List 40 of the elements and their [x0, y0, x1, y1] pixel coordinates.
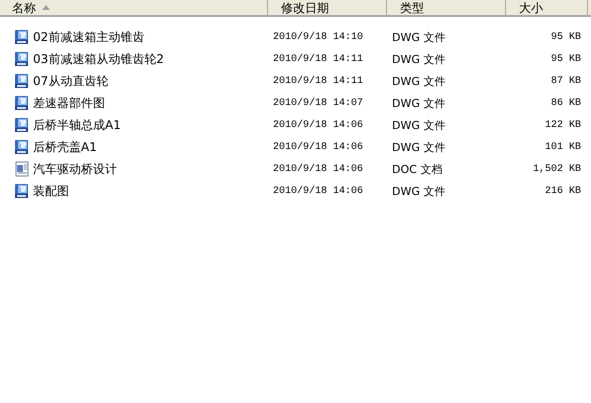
modified-date: 2010/9/18 14:07: [273, 98, 364, 108]
file-size: 101 KB: [544, 142, 581, 152]
file-name[interactable]: 03前减速箱从动锥齿轮2: [33, 50, 164, 68]
file-type: DWG 文件: [392, 30, 446, 44]
file-type: DOC 文档: [392, 162, 442, 176]
drawing-file-icon: [14, 51, 30, 67]
file-type: DWG 文件: [392, 96, 446, 110]
file-name[interactable]: 装配图: [33, 182, 69, 200]
drawing-file-icon: [14, 183, 30, 199]
file-type: DWG 文件: [392, 118, 446, 132]
drawing-file-icon: [14, 117, 30, 133]
file-type: DWG 文件: [392, 52, 446, 66]
drawing-file-icon: [14, 95, 30, 111]
modified-date: 2010/9/18 14:10: [273, 32, 364, 42]
file-name[interactable]: 07从动直齿轮: [33, 72, 108, 90]
file-name[interactable]: 后桥壳盖A1: [33, 138, 97, 156]
file-type: DWG 文件: [392, 74, 446, 88]
file-size: 95 KB: [550, 32, 581, 42]
modified-date: 2010/9/18 14:11: [273, 76, 364, 86]
modified-date: 2010/9/18 14:06: [273, 186, 364, 196]
file-size: 1,502 KB: [532, 164, 581, 174]
drawing-file-icon: [14, 139, 30, 155]
file-size: 122 KB: [544, 120, 581, 130]
modified-date: 2010/9/18 14:06: [273, 164, 364, 174]
file-size: 87 KB: [550, 76, 581, 86]
file-type: DWG 文件: [392, 140, 446, 154]
file-type: DWG 文件: [392, 184, 446, 198]
file-name[interactable]: 汽车驱动桥设计: [33, 160, 117, 178]
file-size: 95 KB: [550, 54, 581, 64]
file-name[interactable]: 后桥半轴总成A1: [33, 116, 121, 134]
modified-date: 2010/9/18 14:06: [273, 120, 364, 130]
drawing-file-icon: [14, 29, 30, 45]
file-size: 216 KB: [544, 186, 581, 196]
document-icon: [14, 161, 30, 177]
file-name[interactable]: 02前减速箱主动锥齿: [33, 28, 144, 46]
file-name[interactable]: 差速器部件图: [33, 94, 105, 112]
modified-date: 2010/9/18 14:11: [273, 54, 364, 64]
file-size: 86 KB: [550, 98, 581, 108]
modified-date: 2010/9/18 14:06: [273, 142, 364, 152]
drawing-file-icon: [14, 73, 30, 89]
